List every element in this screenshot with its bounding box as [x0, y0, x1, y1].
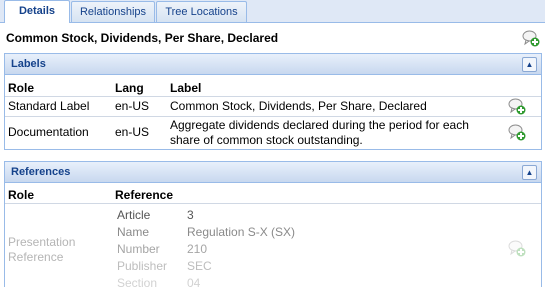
labels-col-label: Label — [170, 81, 202, 95]
reference-field-value: 210 — [187, 242, 208, 256]
tab-strip: Details Relationships Tree Locations — [0, 0, 545, 23]
labels-col-role: Role — [8, 81, 35, 95]
labels-col-lang: Lang — [115, 81, 144, 95]
reference-field-key: Name — [117, 225, 150, 239]
reference-field-value: SEC — [187, 259, 212, 273]
tab-details[interactable]: Details — [4, 0, 70, 23]
references-col-role: Role — [8, 188, 35, 202]
edit-reference-icon[interactable] — [508, 239, 526, 257]
labels-panel-header: Labels ▲ — [5, 54, 541, 75]
label-role: Documentation — [8, 125, 89, 139]
label-text: Common Stock, Dividends, Per Share, Decl… — [170, 99, 427, 113]
reference-field-key: Section — [117, 276, 158, 290]
reference-role-line2: Reference — [8, 250, 64, 264]
label-lang: en-US — [115, 99, 150, 113]
concept-title: Common Stock, Dividends, Per Share, Decl… — [6, 31, 279, 45]
divider — [5, 96, 541, 97]
references-panel: References ▲ Role Reference Presentation… — [4, 161, 542, 290]
label-text-line2: share of common stock outstanding. — [170, 133, 363, 147]
reference-field-key: Article — [117, 208, 151, 222]
reference-field-key: Number — [117, 242, 160, 256]
edit-label-icon[interactable] — [508, 123, 526, 141]
label-text-line1: Aggregate dividends declared during the … — [170, 118, 469, 132]
references-panel-title: References — [11, 166, 71, 178]
divider — [5, 116, 541, 117]
reference-field-value: 04 — [187, 276, 201, 290]
labels-panel: Labels ▲ Role Lang Label Standard Label … — [4, 53, 542, 150]
label-lang: en-US — [115, 125, 150, 139]
tab-tree-locations[interactable]: Tree Locations — [156, 1, 247, 22]
reference-field-value: 3 — [187, 208, 194, 222]
reference-role-line1: Presentation — [8, 235, 76, 249]
edit-label-icon[interactable] — [508, 97, 526, 115]
references-col-reference: Reference — [115, 188, 174, 202]
references-panel-header: References ▲ — [5, 162, 541, 183]
collapse-icon[interactable]: ▲ — [522, 57, 537, 72]
labels-panel-title: Labels — [11, 58, 46, 70]
reference-field-value: Regulation S-X (SX) — [187, 225, 296, 239]
reference-field-key: Publisher — [117, 259, 168, 273]
label-role: Standard Label — [8, 99, 90, 113]
add-label-icon[interactable] — [522, 29, 540, 47]
divider — [5, 203, 541, 204]
collapse-icon[interactable]: ▲ — [522, 165, 537, 180]
tab-relationships[interactable]: Relationships — [71, 1, 155, 22]
